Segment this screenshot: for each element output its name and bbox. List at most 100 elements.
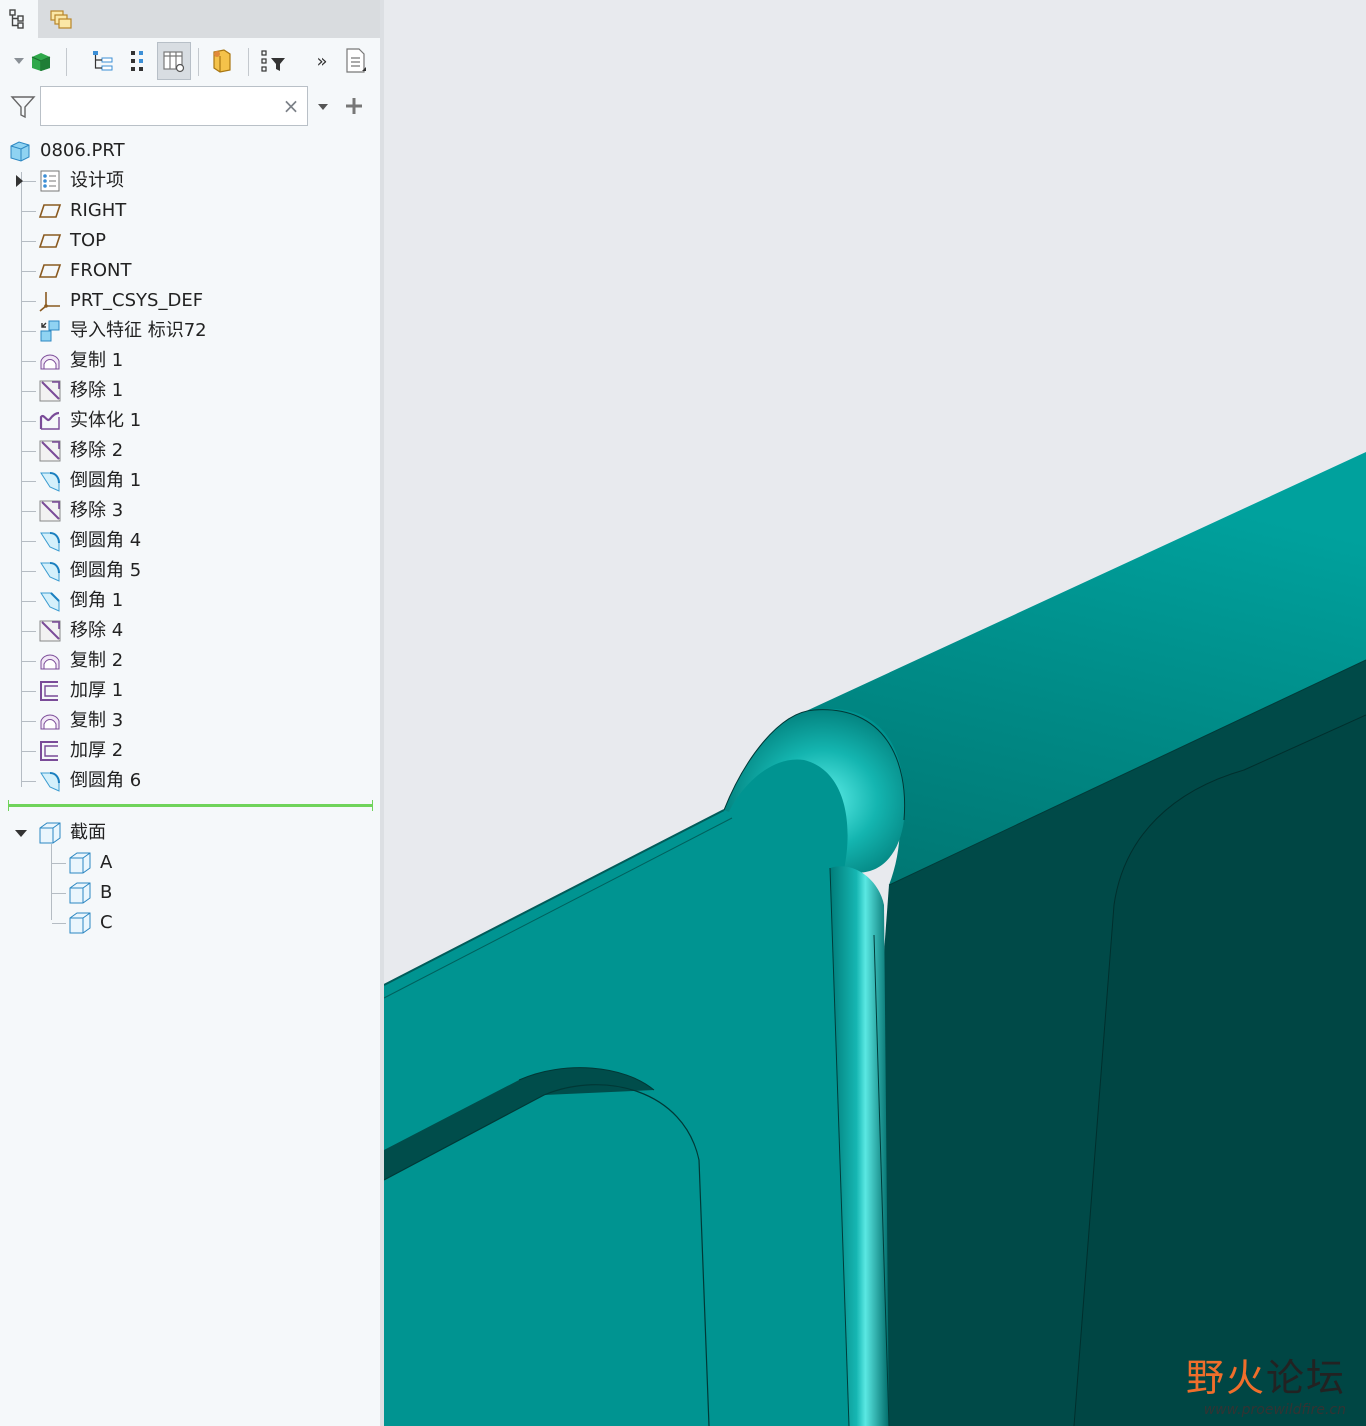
round-icon <box>38 769 62 793</box>
tree-item-label: C <box>100 912 113 933</box>
tree-item-section[interactable]: A <box>0 848 380 878</box>
show-columns-button[interactable] <box>157 42 191 80</box>
tree-item-label: PRT_CSYS_DEF <box>70 290 204 311</box>
tree-item-feature[interactable]: 移除 3 <box>0 496 380 526</box>
insert-here-indicator[interactable] <box>8 800 373 811</box>
chevron-down-icon <box>14 58 24 64</box>
tab-layers[interactable] <box>42 0 80 38</box>
thicken-icon <box>38 739 62 763</box>
graphics-viewport[interactable]: 野火论坛 www.proewildfire.cn <box>384 0 1366 1426</box>
tree-item-feature[interactable]: 倒圆角 4 <box>0 526 380 556</box>
tree-item-feature[interactable]: FRONT <box>0 256 380 286</box>
tree-item-feature[interactable]: 移除 2 <box>0 436 380 466</box>
tree-item-label: 移除 4 <box>70 620 124 641</box>
expand-tree-button[interactable] <box>86 42 120 80</box>
tree-item-label: TOP <box>70 230 107 251</box>
tree-collapse-icon <box>131 51 143 71</box>
tree-item-label: 移除 1 <box>70 380 124 401</box>
tree-item-feature[interactable]: 复制 1 <box>0 346 380 376</box>
tree-item-feature[interactable]: 倒圆角 6 <box>0 766 380 796</box>
tree-item-label: A <box>100 852 113 873</box>
tab-model-tree[interactable] <box>0 0 38 38</box>
tree-root-part[interactable]: 0806.PRT <box>0 136 380 166</box>
part-icon <box>8 139 32 163</box>
round-icon <box>38 469 62 493</box>
settings-button[interactable] <box>205 42 239 80</box>
tree-item-feature[interactable]: 实体化 1 <box>0 406 380 436</box>
part-model-render <box>384 452 1366 1426</box>
tree-item-label: FRONT <box>70 260 132 281</box>
tree-item-label: 倒圆角 1 <box>70 470 142 491</box>
collapse-tree-button[interactable] <box>120 42 154 80</box>
search-field[interactable]: × <box>40 86 308 126</box>
thicken-icon <box>38 679 62 703</box>
display-style-dropdown[interactable] <box>8 42 58 80</box>
search-input[interactable] <box>47 87 281 125</box>
tree-item-label: 复制 3 <box>70 710 124 731</box>
tree-item-section[interactable]: C <box>0 908 380 938</box>
part-display-icon <box>31 53 51 71</box>
import-feature-icon <box>38 319 62 343</box>
layers-icon <box>50 10 72 29</box>
forum-watermark: 野火论坛 www.proewildfire.cn <box>1186 1347 1346 1418</box>
tree-item-label: 实体化 1 <box>70 410 142 431</box>
tree-item-feature[interactable]: 设计项 <box>0 166 380 196</box>
copy-surface-icon <box>38 349 62 373</box>
tree-item-feature[interactable]: 倒角 1 <box>0 586 380 616</box>
tree-item-feature[interactable]: 加厚 2 <box>0 736 380 766</box>
watermark-brand-part1: 野火 <box>1185 1356 1266 1400</box>
tree-item-label: 移除 3 <box>70 500 124 521</box>
copy-surface-icon <box>38 649 62 673</box>
search-history-dropdown-icon[interactable] <box>316 102 330 112</box>
tree-item-feature[interactable]: 移除 1 <box>0 376 380 406</box>
tree-item-label: 导入特征 标识72 <box>70 320 207 341</box>
tree-item-label: 加厚 1 <box>70 680 124 701</box>
clear-icon[interactable]: × <box>281 95 301 117</box>
chamfer-icon <box>38 589 62 613</box>
tree-item-feature[interactable]: RIGHT <box>0 196 380 226</box>
datum-plane-icon <box>38 259 62 283</box>
tree-options-button[interactable] <box>338 42 372 80</box>
table-columns-icon <box>163 51 185 73</box>
round-icon <box>38 559 62 583</box>
tree-item-feature[interactable]: 倒圆角 5 <box>0 556 380 586</box>
watermark-brand-part2: 论坛 <box>1265 1356 1346 1400</box>
model-tree-icon <box>9 9 24 29</box>
remove-icon <box>38 379 62 403</box>
section-icon <box>68 911 92 935</box>
tree-item-section[interactable]: B <box>0 878 380 908</box>
collapse-arrow-icon[interactable] <box>15 830 27 837</box>
datum-plane-icon <box>38 199 62 223</box>
tree-item-feature[interactable]: 复制 3 <box>0 706 380 736</box>
tree-item-feature[interactable]: 移除 4 <box>0 616 380 646</box>
model-tree-panel: » × 0806.PRT 设计项 RIGHT TOP FRONT PRT_CSYS_DEF… <box>0 0 380 1426</box>
tree-item-feature[interactable]: 导入特征 标识72 <box>0 316 380 346</box>
tree-filter-icon <box>261 50 285 72</box>
section-icon <box>68 851 92 875</box>
more-tools-button[interactable]: » <box>305 42 339 80</box>
tree-filter-button[interactable] <box>256 42 290 80</box>
section-folder-icon <box>38 821 62 845</box>
tree-item-label: 复制 2 <box>70 650 124 671</box>
tree-item-feature[interactable]: 加厚 1 <box>0 676 380 706</box>
tree-item-label: 0806.PRT <box>40 140 125 161</box>
model-tree-toolbar: » <box>0 42 380 82</box>
tree-item-feature[interactable]: 复制 2 <box>0 646 380 676</box>
tree-item-label: 倒圆角 6 <box>70 770 142 791</box>
solidify-icon <box>38 409 62 433</box>
expand-arrow-icon[interactable] <box>16 175 23 187</box>
tree-expand-icon <box>93 51 113 71</box>
copy-surface-icon <box>38 709 62 733</box>
book-settings-icon <box>213 49 231 73</box>
search-row: × <box>0 84 380 130</box>
tree-item-label: 设计项 <box>70 170 124 191</box>
csys-icon <box>38 289 62 313</box>
filter-funnel-icon[interactable] <box>10 94 36 120</box>
remove-icon <box>38 439 62 463</box>
add-filter-icon[interactable] <box>344 96 364 116</box>
tree-folder-sections[interactable]: 截面 <box>0 818 380 848</box>
tree-item-feature[interactable]: 倒圆角 1 <box>0 466 380 496</box>
tree-item-label: 倒圆角 4 <box>70 530 142 551</box>
tree-item-feature[interactable]: PRT_CSYS_DEF <box>0 286 380 316</box>
tree-item-feature[interactable]: TOP <box>0 226 380 256</box>
